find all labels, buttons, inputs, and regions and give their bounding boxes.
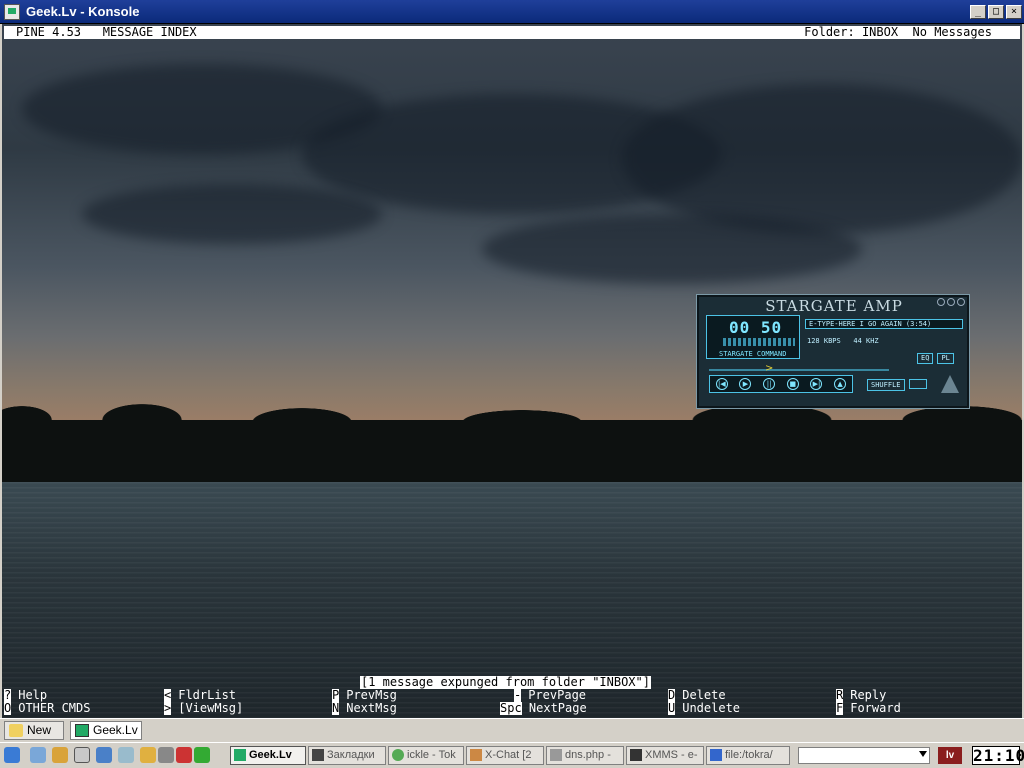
stargate-logo-icon: [941, 375, 959, 393]
task-geek[interactable]: Geek.Lv: [230, 746, 306, 765]
clock[interactable]: 21:10: [972, 746, 1024, 765]
close-button[interactable]: ×: [1006, 4, 1022, 19]
pine-header: PINE 4.53 MESSAGE INDEX Folder: INBOX No…: [4, 26, 1020, 39]
konqueror-icon: [710, 749, 722, 761]
player-command-label: STARGATE COMMAND: [719, 350, 787, 358]
transport-controls: |◀ ▶ || ■ ▶| ▲: [709, 375, 853, 393]
minimize-button[interactable]: _: [970, 4, 986, 19]
pine-command-menu: ? Help < FldrList P PrevMsg - PrevPage D…: [2, 689, 1022, 715]
kde-panel: Geek.Lv Закладки ickle - Tok X-Chat [2 d…: [0, 742, 1024, 768]
pine-status-message: [1 message expunged from folder "INBOX"]: [360, 675, 651, 689]
player-title: STARGATE AMP: [765, 297, 903, 315]
task-xchat[interactable]: X-Chat [2: [466, 746, 544, 765]
cloud-shape: [82, 184, 382, 244]
window-titlebar[interactable]: Geek.Lv - Konsole _ □ ×: [0, 0, 1024, 24]
maximize-button[interactable]: □: [988, 4, 1004, 19]
pine-title: PINE 4.53 MESSAGE INDEX: [16, 25, 197, 39]
home-icon[interactable]: [96, 747, 112, 763]
menu-item-nextmsg[interactable]: N NextMsg: [332, 702, 397, 715]
task-xmms[interactable]: XMMS - e-: [626, 746, 704, 765]
menu-item-viewmsg[interactable]: > [ViewMsg]: [164, 702, 243, 715]
terminal-icon[interactable]: [74, 747, 90, 763]
run-command-input[interactable]: [798, 747, 930, 764]
eq-button[interactable]: EQ: [917, 353, 934, 364]
repeat-icon[interactable]: [909, 379, 927, 389]
play-icon[interactable]: ▶: [739, 378, 752, 390]
task-konqueror[interactable]: file:/tokra/: [706, 746, 790, 765]
chevron-down-icon[interactable]: [919, 751, 927, 757]
seek-bar[interactable]: [709, 369, 889, 371]
player-display: 00 50 STARGATE COMMAND: [706, 315, 800, 359]
task-bookmarks[interactable]: Закладки: [308, 746, 386, 765]
cloud-shape: [482, 214, 862, 284]
next-icon[interactable]: ▶|: [810, 378, 823, 390]
xchat-icon: [470, 749, 482, 761]
playback-time: 00 50: [729, 318, 783, 337]
tools-icon[interactable]: [52, 747, 68, 763]
previous-icon[interactable]: |◀: [715, 378, 728, 390]
task-ickle[interactable]: ickle - Tok: [388, 746, 464, 765]
task-dns-php[interactable]: dns.php -: [546, 746, 624, 765]
desktop-icon[interactable]: [30, 747, 46, 763]
stop-icon[interactable]: ■: [786, 378, 799, 390]
player-window-controls: [937, 298, 965, 306]
song-title: E-TYPE-HERE I GO AGAIN (3:54): [809, 320, 932, 328]
eject-icon[interactable]: ▲: [834, 378, 847, 390]
file-icon: [550, 749, 562, 761]
window-title: Geek.Lv - Konsole: [26, 4, 140, 19]
playlist-button[interactable]: PL: [937, 353, 954, 364]
session-tab-geek[interactable]: Geek.Lv: [70, 721, 142, 740]
song-title-box: E-TYPE-HERE I GO AGAIN (3:54): [805, 319, 963, 329]
keyboard-layout-indicator[interactable]: lv: [938, 747, 962, 764]
new-session-icon: [9, 724, 23, 737]
terminal-area[interactable]: PINE 4.53 MESSAGE INDEX Folder: INBOX No…: [2, 24, 1022, 718]
app-icon[interactable]: [194, 747, 210, 763]
kde-menu-icon[interactable]: [4, 747, 20, 763]
player-minimize-icon[interactable]: [937, 298, 945, 306]
konsole-icon: [75, 724, 89, 737]
player-close-icon[interactable]: [957, 298, 965, 306]
eq-pl-toggles: EQ PL: [917, 353, 954, 364]
edit-icon[interactable]: [158, 747, 174, 763]
xmms-icon: [630, 749, 642, 761]
spectrum-analyzer: [723, 338, 795, 346]
x-icon: [312, 749, 324, 761]
new-session-button[interactable]: New: [4, 721, 64, 740]
konsole-icon[interactable]: [4, 3, 20, 20]
player-shade-icon[interactable]: [947, 298, 955, 306]
menu-item-other-cmds[interactable]: O OTHER CMDS: [4, 702, 90, 715]
no-icon[interactable]: [176, 747, 192, 763]
shuffle-button[interactable]: SHUFFLE: [867, 379, 905, 391]
konsole-icon: [234, 749, 246, 761]
menu-item-nextpage[interactable]: Spc NextPage: [500, 702, 587, 715]
pine-folder-status: Folder: INBOX No Messages: [804, 25, 992, 39]
notes-icon[interactable]: [140, 747, 156, 763]
treeline: [2, 402, 1022, 482]
ickle-icon: [392, 749, 404, 761]
browser-icon[interactable]: [118, 747, 134, 763]
pause-icon[interactable]: ||: [763, 378, 776, 390]
cloud-shape: [622, 84, 1022, 234]
xmms-player[interactable]: STARGATE AMP 00 50 STARGATE COMMAND E-TY…: [696, 294, 970, 409]
menu-item-forward[interactable]: F Forward: [836, 702, 901, 715]
seek-knob-icon[interactable]: >: [765, 364, 779, 374]
menu-item-undelete[interactable]: U Undelete: [668, 702, 740, 715]
window-list-bar: New Geek.Lv: [0, 718, 1024, 742]
bitrate-info: 128 KBPS 44 KHZ: [807, 337, 879, 345]
